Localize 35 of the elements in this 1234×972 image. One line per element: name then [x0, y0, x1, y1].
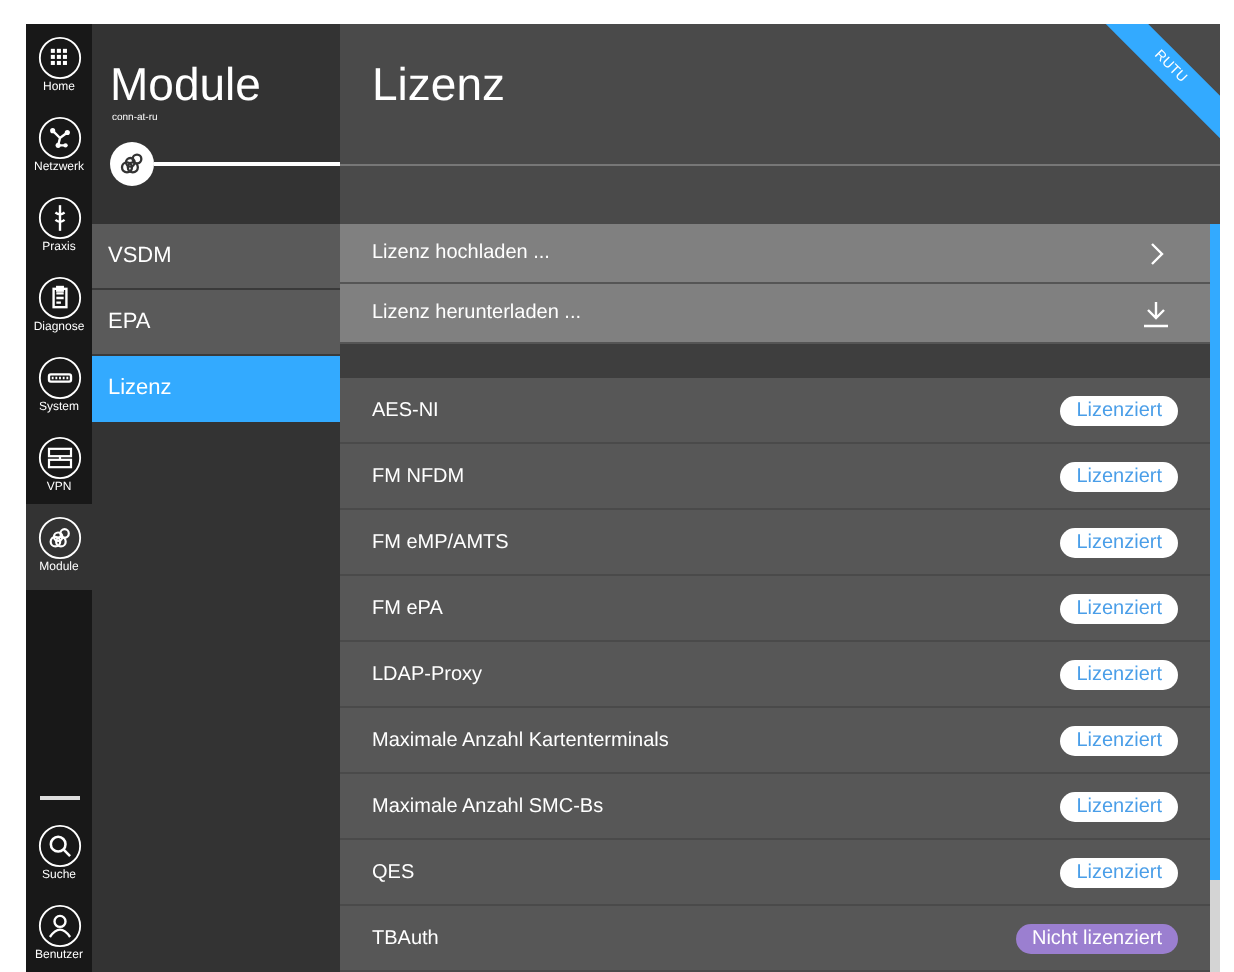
vpn-icon [37, 436, 81, 480]
download-icon [1142, 299, 1170, 327]
license-name: AES-NI [372, 399, 439, 421]
status-badge: Lizenziert [1060, 791, 1178, 821]
staff-icon [37, 196, 81, 240]
module-menu-item[interactable]: VSDM [92, 224, 340, 290]
modules-icon [37, 516, 81, 560]
network-icon [37, 116, 81, 160]
status-badge: Lizenziert [1060, 527, 1178, 557]
status-badge: Lizenziert [1060, 659, 1178, 689]
grid-icon [37, 36, 81, 80]
license-name: Maximale Anzahl SMC-Bs [372, 795, 604, 817]
search-icon [37, 824, 81, 868]
device-icon [37, 356, 81, 400]
status-badge: Lizenziert [1060, 725, 1178, 755]
action-row[interactable]: Lizenz herunterladen ... [340, 284, 1210, 344]
status-badge: Lizenziert [1060, 593, 1178, 623]
status-badge: Lizenziert [1060, 395, 1178, 425]
license-name: QES [372, 861, 415, 883]
user-icon [37, 904, 81, 948]
action-row[interactable]: Lizenz hochladen ... [340, 224, 1210, 284]
license-name: LDAP-Proxy [372, 663, 483, 685]
status-badge: Nicht lizenziert [1015, 923, 1178, 953]
panel-title: Module [110, 60, 261, 108]
license-name: TBAuth [372, 927, 439, 949]
page-title: Lizenz [372, 60, 505, 108]
license-name: FM ePA [372, 597, 443, 619]
license-name: Maximale Anzahl Kartenterminals [372, 729, 669, 751]
license-name: FM NFDM [372, 465, 465, 487]
module-menu-item[interactable]: EPA [92, 290, 340, 356]
license-name: FM eMP/AMTS [372, 531, 509, 553]
clipboard-icon [37, 276, 81, 320]
scrollbar[interactable] [1210, 224, 1220, 972]
status-badge: Lizenziert [1060, 461, 1178, 491]
status-badge: Lizenziert [1060, 857, 1178, 887]
